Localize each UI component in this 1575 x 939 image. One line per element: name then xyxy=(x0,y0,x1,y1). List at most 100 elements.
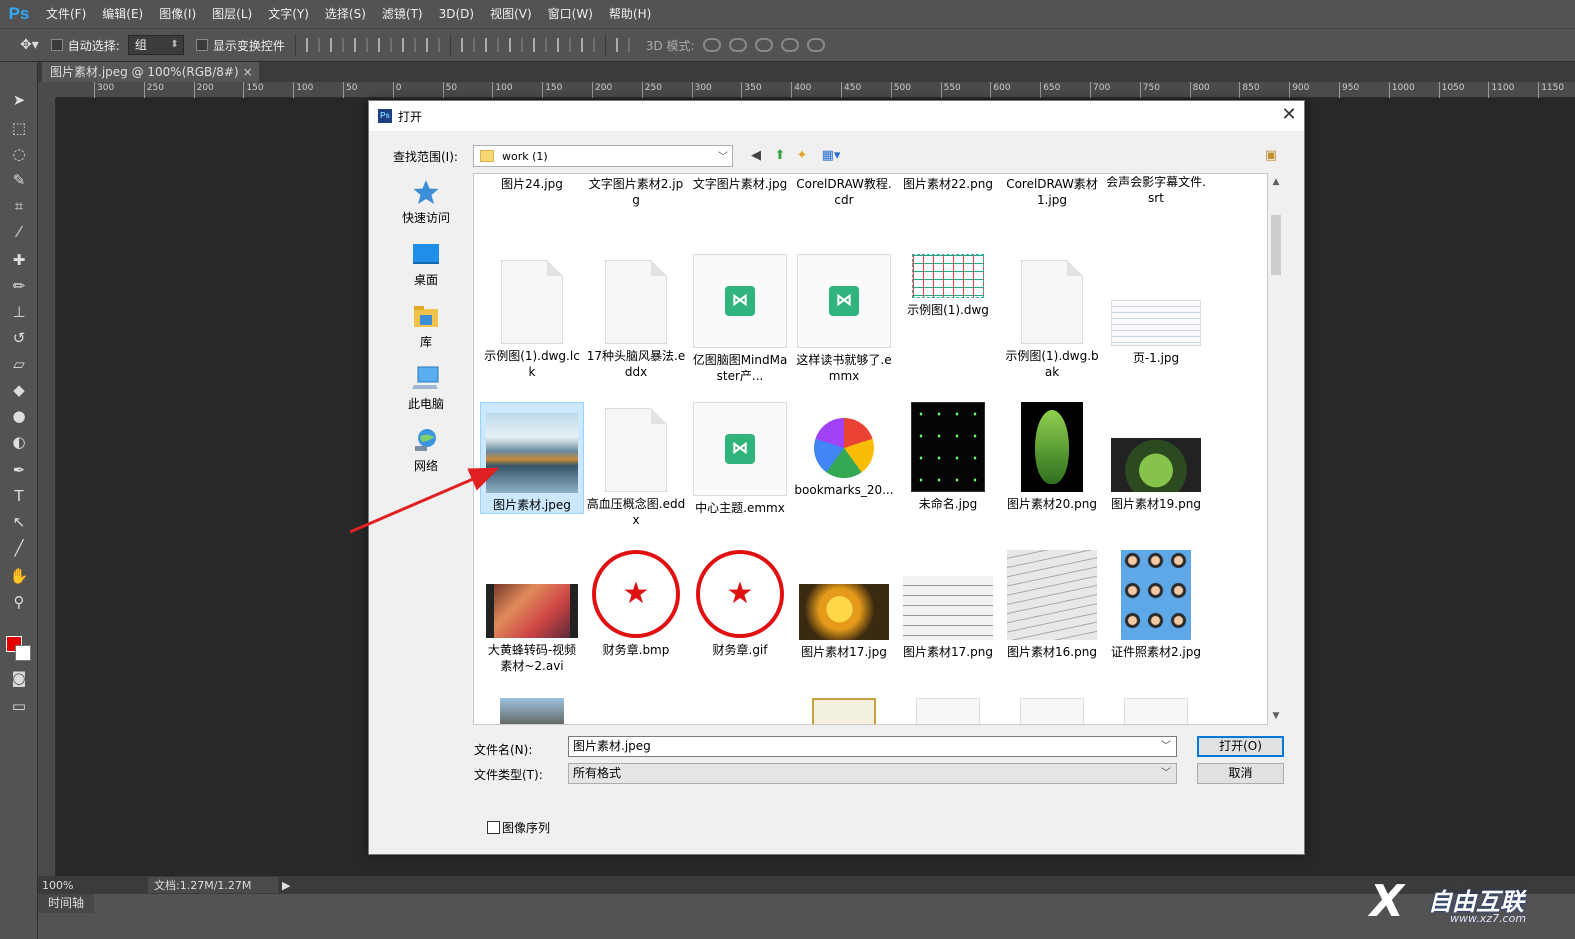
place-network[interactable]: 网络 xyxy=(385,427,467,474)
menu-help[interactable]: 帮助(H) xyxy=(601,0,659,28)
menu-image[interactable]: 图像(I) xyxy=(151,0,204,28)
file-tile[interactable]: 图片素材22.png xyxy=(896,174,1000,192)
align-left-icon[interactable] xyxy=(377,38,392,52)
screen-mode-icon[interactable]: ▭ xyxy=(8,696,30,716)
file-tile-partial[interactable] xyxy=(500,698,564,724)
menu-layer[interactable]: 图层(L) xyxy=(204,0,260,28)
timeline-tab[interactable]: 时间轴 xyxy=(38,894,95,913)
look-in-dropdown[interactable]: work (1) ﹀ xyxy=(473,145,733,167)
quick-mask-icon[interactable]: ◙ xyxy=(8,668,30,688)
menu-type[interactable]: 文字(Y) xyxy=(260,0,317,28)
path-select-tool-icon[interactable]: ↖ xyxy=(8,512,30,532)
place-this-pc[interactable]: 此电脑 xyxy=(385,365,467,412)
line-tool-icon[interactable]: ╱ xyxy=(8,538,30,558)
file-list-view[interactable]: 图片24.jpg 文字图片素材2.jpg 文字图片素材.jpg CorelDRAW教程… xyxy=(473,173,1268,725)
status-menu-arrow-icon[interactable]: ▶ xyxy=(282,879,290,892)
marquee-tool-icon[interactable]: ⬚ xyxy=(8,118,30,138)
scrollbar-thumb[interactable] xyxy=(1271,215,1281,275)
stamp-tool-icon[interactable]: ⊥ xyxy=(8,302,30,322)
file-tile[interactable]: CorelDRAW教程.cdr xyxy=(792,174,896,208)
pen-tool-icon[interactable]: ✒ xyxy=(8,460,30,480)
dodge-tool-icon[interactable]: ◐ xyxy=(8,432,30,452)
show-transform-checkbox[interactable]: 显示变换控件 xyxy=(195,37,285,54)
close-dialog-icon[interactable]: ✕ xyxy=(1274,101,1304,131)
file-tile-partial[interactable] xyxy=(916,698,980,724)
chevron-down-icon[interactable]: ﹀ xyxy=(718,148,728,163)
history-brush-tool-icon[interactable]: ↺ xyxy=(8,328,30,348)
file-tile[interactable]: 大黄蜂转码-视频素材~2.avi xyxy=(480,550,584,674)
file-tile[interactable]: 示例图(1).dwg.lck xyxy=(480,254,584,380)
place-library[interactable]: 库 xyxy=(385,303,467,350)
menu-window[interactable]: 窗口(W) xyxy=(540,0,601,28)
align-hcenter-icon[interactable] xyxy=(401,38,416,52)
file-tile[interactable]: 页-1.jpg xyxy=(1104,254,1208,366)
file-tile[interactable]: ⋈ 中心主题.emmx xyxy=(688,402,792,516)
filename-input[interactable]: 图片素材.jpeg ﹀ xyxy=(568,736,1177,757)
quick-select-tool-icon[interactable]: ✎ xyxy=(8,170,30,190)
place-quick-access[interactable]: 快速访问 xyxy=(385,179,467,226)
auto-select-box[interactable] xyxy=(50,39,63,51)
hand-tool-icon[interactable]: ✋ xyxy=(8,566,30,586)
file-tile[interactable]: bookmarks_20... xyxy=(792,402,896,498)
scroll-down-icon[interactable]: ▼ xyxy=(1268,711,1284,721)
scroll-up-icon[interactable]: ▲ xyxy=(1268,177,1284,187)
distribute-left-icon[interactable] xyxy=(532,38,547,52)
file-tile[interactable]: 高血压概念图.eddx xyxy=(584,402,688,528)
file-tile[interactable]: 示例图(1).dwg xyxy=(896,254,1000,318)
file-tile-partial[interactable] xyxy=(1124,698,1188,724)
menu-filter[interactable]: 滤镜(T) xyxy=(374,0,431,28)
chevron-down-icon[interactable]: ﹀ xyxy=(1161,737,1171,756)
eraser-tool-icon[interactable]: ▱ xyxy=(8,354,30,374)
file-tile[interactable]: ⋈ 亿图脑图MindMaster产... xyxy=(688,254,792,384)
roll-3d-icon[interactable] xyxy=(728,38,747,52)
file-tile-selected[interactable]: 图片素材.jpeg xyxy=(480,402,584,514)
align-vcenter-icon[interactable] xyxy=(329,38,344,52)
file-tile[interactable]: 示例图(1).dwg.bak xyxy=(1000,254,1104,380)
file-tile[interactable]: 文字图片素材2.jpg xyxy=(584,174,688,208)
file-tile[interactable]: 17种头脑风暴法.eddx xyxy=(584,254,688,380)
file-tile[interactable]: 图片素材16.png xyxy=(1000,550,1104,660)
distribute-bottom-icon[interactable] xyxy=(508,38,523,52)
show-transform-box[interactable] xyxy=(195,39,208,51)
rotate-3d-icon[interactable] xyxy=(702,38,721,52)
open-button[interactable]: 打开(O) xyxy=(1197,736,1284,757)
file-tile[interactable]: 未命名.jpg xyxy=(896,402,1000,512)
blur-tool-icon[interactable]: ● xyxy=(8,406,30,426)
image-sequence-checkbox[interactable]: 图像序列 xyxy=(487,819,550,836)
distribute-right-icon[interactable] xyxy=(580,38,595,52)
file-tile[interactable]: 图片素材17.png xyxy=(896,550,1000,660)
file-tile[interactable]: 图片素材17.jpg xyxy=(792,550,896,660)
file-tile[interactable]: ⋈ 这样读书就够了.emmx xyxy=(792,254,896,384)
file-tile[interactable]: 图片素材20.png xyxy=(1000,402,1104,512)
auto-select-checkbox[interactable]: 自动选择: xyxy=(50,37,120,54)
zoom-level[interactable]: 100% xyxy=(38,879,90,892)
up-folder-icon[interactable]: ⬆ xyxy=(771,147,789,165)
crop-tool-icon[interactable]: ⌗ xyxy=(8,196,30,216)
cancel-button[interactable]: 取消 xyxy=(1197,763,1284,784)
type-tool-icon[interactable]: T xyxy=(8,486,30,506)
zoom-tool-icon[interactable]: ⚲ xyxy=(8,592,30,612)
document-tab[interactable]: 图片素材.jpeg @ 100%(RGB/8#) × xyxy=(42,62,259,82)
eyedropper-tool-icon[interactable]: ⁄ xyxy=(8,222,30,242)
menu-view[interactable]: 视图(V) xyxy=(482,0,540,28)
filetype-dropdown[interactable]: 所有格式 ﹀ xyxy=(568,763,1177,784)
file-list-scrollbar[interactable]: ▲ ▼ xyxy=(1268,173,1284,725)
view-menu-icon[interactable]: ▦▾ xyxy=(817,147,845,165)
chevron-down-icon[interactable]: ﹀ xyxy=(1161,764,1171,783)
background-color-swatch[interactable] xyxy=(15,645,31,661)
image-sequence-box[interactable] xyxy=(487,821,500,834)
file-tile[interactable]: ★ 财务章.bmp xyxy=(584,550,688,658)
scale-3d-icon[interactable] xyxy=(806,38,825,52)
menu-edit[interactable]: 编辑(E) xyxy=(94,0,151,28)
move-tool-icon[interactable]: ✥▾ xyxy=(20,37,39,53)
file-tile[interactable]: 图片24.jpg xyxy=(480,174,584,192)
file-tile[interactable]: 图片素材19.png xyxy=(1104,402,1208,512)
file-tile[interactable]: ★ 财务章.gif xyxy=(688,550,792,658)
new-folder-icon[interactable]: ✦ xyxy=(793,147,811,165)
file-tile-partial[interactable] xyxy=(1020,698,1084,724)
menu-select[interactable]: 选择(S) xyxy=(317,0,374,28)
auto-select-dropdown[interactable]: 组 xyxy=(127,35,184,55)
back-icon[interactable]: ◀ xyxy=(747,147,765,165)
align-right-icon[interactable] xyxy=(425,38,440,52)
file-tile[interactable]: 文字图片素材.jpg xyxy=(688,174,792,192)
